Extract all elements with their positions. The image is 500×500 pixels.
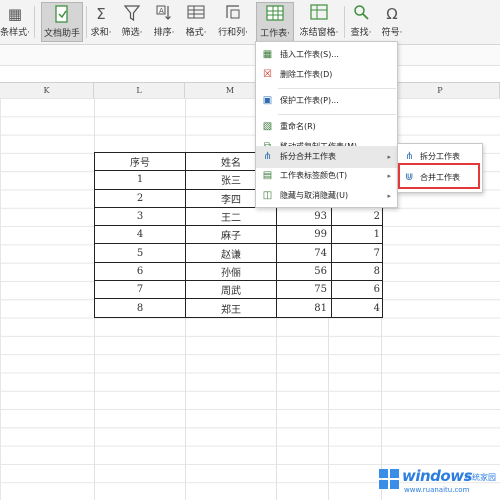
column-header-l[interactable]: L bbox=[94, 83, 185, 98]
table-cell[interactable]: 2 bbox=[331, 206, 383, 227]
find-button[interactable]: 查找· bbox=[347, 2, 375, 42]
table-cell[interactable]: 1 bbox=[94, 170, 186, 190]
row-col-button[interactable]: 行和列· bbox=[214, 2, 252, 42]
watermark: windows 系统家园 www.ruanaitu.com bbox=[378, 466, 498, 496]
table-row: 3 王二 93 2 bbox=[94, 206, 383, 227]
sort-icon: A bbox=[150, 4, 178, 24]
watermark-brand: windows bbox=[402, 467, 473, 485]
column-header-bar: K L M N O P bbox=[0, 82, 500, 99]
symbol-button[interactable]: Ω 符号· bbox=[378, 2, 406, 42]
watermark-url: www.ruanaitu.com bbox=[404, 486, 470, 494]
ribbon-divider bbox=[34, 6, 35, 38]
row-col-icon bbox=[214, 4, 252, 24]
format-button[interactable]: 格式· bbox=[182, 2, 210, 42]
table-row: 7 周武 75 6 bbox=[94, 280, 383, 300]
chevron-right-icon: ▸ bbox=[387, 153, 391, 161]
ribbon-divider bbox=[344, 6, 345, 38]
windows-logo-icon bbox=[379, 469, 399, 489]
omega-icon: Ω bbox=[386, 5, 398, 23]
freeze-icon bbox=[297, 4, 341, 24]
doc-assistant-icon bbox=[42, 5, 82, 25]
delete-sheet-icon: ☒ bbox=[263, 69, 272, 80]
format-icon bbox=[182, 4, 210, 24]
table-cell[interactable]: 56 bbox=[276, 261, 332, 282]
chevron-right-icon: ▸ bbox=[387, 172, 391, 180]
menu-divider bbox=[278, 114, 396, 115]
worksheet-icon bbox=[257, 5, 293, 25]
insert-sheet-icon: ▦ bbox=[262, 49, 273, 60]
search-icon bbox=[347, 4, 375, 24]
column-header-k[interactable]: K bbox=[0, 83, 94, 98]
watermark-suffix: 系统家园 bbox=[464, 473, 496, 482]
worksheet-menu: ▦ 插入工作表(S)... ☒ 删除工作表(D) ▣ 保护工作表(P)... ▧… bbox=[255, 41, 398, 208]
table-cell[interactable]: 2 bbox=[94, 188, 186, 208]
table-cell[interactable]: 郑王 bbox=[185, 298, 277, 318]
table-cell[interactable]: 赵谦 bbox=[185, 243, 277, 263]
header-cell-index[interactable]: 序号 bbox=[94, 151, 186, 172]
formula-bar[interactable] bbox=[0, 45, 500, 66]
menu-item-hide-unhide[interactable]: ◫ 隐藏与取消隐藏(U) ▸ bbox=[256, 186, 397, 206]
sum-button[interactable]: Σ 求和· bbox=[88, 2, 114, 42]
doc-assistant-button[interactable]: 文档助手 bbox=[41, 2, 83, 42]
protect-sheet-icon: ▣ bbox=[262, 95, 273, 106]
worksheet-button[interactable]: 工作表· bbox=[256, 2, 294, 42]
table-cell[interactable]: 5 bbox=[94, 243, 186, 263]
menu-item-delete-sheet[interactable]: ☒ 删除工作表(D) bbox=[256, 65, 397, 85]
table-cell[interactable]: 3 bbox=[94, 206, 186, 227]
table-cell[interactable]: 4 bbox=[94, 225, 186, 245]
table-cell[interactable]: 周武 bbox=[185, 280, 277, 300]
split-merge-icon: ⋔ bbox=[263, 151, 272, 162]
table-cell[interactable]: 7 bbox=[94, 280, 186, 300]
table-cell[interactable]: 1 bbox=[331, 225, 383, 245]
chevron-right-icon: ▸ bbox=[387, 192, 391, 200]
table-row: 4 麻子 99 1 bbox=[94, 225, 383, 245]
table-cell[interactable]: 93 bbox=[276, 206, 332, 227]
menu-item-split-merge[interactable]: ⋔ 拆分合并工作表 ▸ bbox=[256, 146, 397, 168]
table-cell[interactable]: 75 bbox=[276, 280, 332, 300]
table-row: 8 郑王 81 4 bbox=[94, 298, 383, 318]
table-cell[interactable]: 4 bbox=[331, 298, 383, 318]
toolbar-gap bbox=[0, 66, 500, 82]
rename-icon: ▧ bbox=[262, 121, 273, 132]
style-button[interactable]: ▦ 条样式· bbox=[0, 2, 30, 42]
column-header-p[interactable]: P bbox=[381, 83, 500, 98]
filter-button[interactable]: 筛选· bbox=[118, 2, 146, 42]
table-cell[interactable]: 6 bbox=[331, 280, 383, 300]
table-cell[interactable]: 王二 bbox=[185, 206, 277, 227]
table-row: 5 赵谦 74 7 bbox=[94, 243, 383, 263]
sort-button[interactable]: A 排序· bbox=[150, 2, 178, 42]
menu-item-rename[interactable]: ▧ 重命名(R) bbox=[256, 117, 397, 137]
table-row: 6 孙俪 56 8 bbox=[94, 261, 383, 282]
table-cell[interactable]: 8 bbox=[331, 261, 383, 282]
menu-divider bbox=[278, 88, 396, 89]
menu-item-protect-sheet[interactable]: ▣ 保护工作表(P)... bbox=[256, 91, 397, 111]
table-cell[interactable]: 麻子 bbox=[185, 225, 277, 245]
svg-text:A: A bbox=[159, 7, 164, 15]
menu-item-tab-color[interactable]: ▤ 工作表标签颜色(T) ▸ bbox=[256, 166, 397, 186]
tab-color-icon: ▤ bbox=[262, 170, 273, 181]
table-cell[interactable]: 8 bbox=[94, 298, 186, 318]
freeze-panes-button[interactable]: 冻结窗格· bbox=[297, 2, 341, 42]
hide-icon: ◫ bbox=[262, 190, 273, 201]
menu-item-insert-sheet[interactable]: ▦ 插入工作表(S)... bbox=[256, 45, 397, 65]
ribbon-divider bbox=[86, 6, 87, 38]
style-icon: ▦ bbox=[7, 5, 23, 23]
highlight-box bbox=[398, 163, 480, 189]
table-cell[interactable]: 7 bbox=[331, 243, 383, 263]
table-cell[interactable]: 6 bbox=[94, 261, 186, 282]
sum-icon: Σ bbox=[96, 5, 106, 23]
table-cell[interactable]: 74 bbox=[276, 243, 332, 263]
table-cell[interactable]: 99 bbox=[276, 225, 332, 245]
table-cell[interactable]: 孙俪 bbox=[185, 261, 277, 282]
filter-icon bbox=[118, 4, 146, 24]
table-cell[interactable]: 81 bbox=[276, 298, 332, 318]
toolbar-ribbon: ▦ 条样式· 文档助手 Σ 求和· 筛选· A 排序· 格式· 行和列· 工作表… bbox=[0, 0, 500, 45]
